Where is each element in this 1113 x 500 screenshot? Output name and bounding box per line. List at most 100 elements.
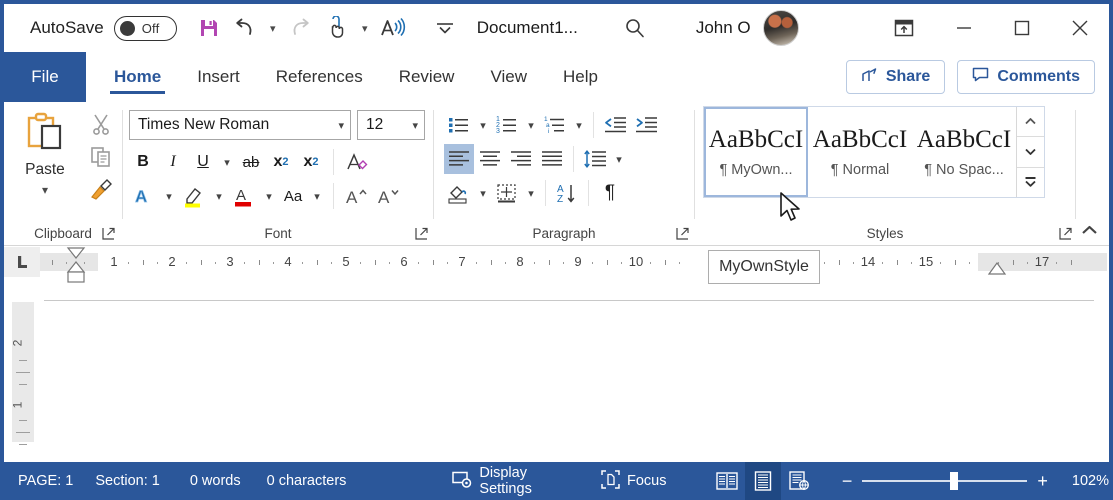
paste-dropdown-icon[interactable]: ▾ [42,183,48,197]
line-spacing-dropdown-icon[interactable]: ▾ [611,144,627,174]
italic-button[interactable]: I [159,147,187,177]
text-effects-icon[interactable]: A [129,181,159,211]
tab-review[interactable]: Review [381,52,473,102]
styles-dialog-launcher-icon[interactable] [1059,227,1073,241]
focus-button[interactable]: Focus [591,462,677,500]
view-print-layout-button[interactable] [744,462,782,500]
customize-qat-icon[interactable] [427,10,463,46]
view-web-layout-button[interactable] [781,462,817,500]
autosave-toggle[interactable]: Off [113,15,177,41]
style-item-myownstyle[interactable]: AaBbCcI ¶ MyOwn... [704,107,808,197]
borders-icon[interactable] [492,178,522,208]
font-dialog-launcher-icon[interactable] [415,227,429,241]
tab-home[interactable]: Home [96,52,179,102]
minimize-button[interactable] [935,4,993,52]
change-case-dropdown-icon[interactable]: ▾ [309,181,325,211]
horizontal-ruler[interactable]: 1 2 3 4 5 6 7 8 9 10 13 14 15 17 [40,253,1109,271]
font-color-icon[interactable]: A [229,181,259,211]
collapse-ribbon-icon[interactable] [1077,219,1101,241]
tab-stop-selector[interactable] [4,247,40,277]
zoom-out-button[interactable]: − [842,471,853,492]
undo-dropdown-icon[interactable]: ▾ [263,10,283,46]
zoom-slider-thumb[interactable] [950,472,959,490]
font-name-input[interactable]: Times New Roman ▾ [129,110,351,140]
autosave-control[interactable]: AutoSave Off [30,15,177,41]
highlight-color-icon[interactable] [179,181,209,211]
status-character-count[interactable]: 0 characters [267,473,347,489]
change-case-button[interactable]: Aa [279,181,307,211]
styles-scroll-up-icon[interactable] [1017,107,1044,138]
align-center-icon[interactable] [475,144,505,174]
tab-view[interactable]: View [472,52,545,102]
status-word-count[interactable]: 0 words [190,473,241,489]
clipboard-dialog-launcher-icon[interactable] [102,227,116,241]
increase-indent-icon[interactable] [631,110,661,140]
zoom-in-button[interactable]: + [1037,471,1048,492]
styles-scroll-down-icon[interactable] [1017,137,1044,168]
underline-button[interactable]: U [189,147,217,177]
borders-dropdown-icon[interactable]: ▾ [523,178,539,208]
text-effects-dropdown-icon[interactable]: ▾ [161,181,177,211]
bullets-icon[interactable] [444,110,474,140]
comments-button[interactable]: Comments [957,60,1095,94]
align-right-icon[interactable] [506,144,536,174]
paragraph-dialog-launcher-icon[interactable] [676,227,690,241]
style-item-no-spacing[interactable]: AaBbCcI ¶ No Spac... [912,107,1016,197]
grow-font-icon[interactable]: A [342,181,372,211]
touch-mode-dropdown-icon[interactable]: ▾ [355,10,375,46]
superscript-button[interactable]: x2 [297,147,325,177]
subscript-button[interactable]: x2 [267,147,295,177]
avatar[interactable] [762,10,799,46]
shading-icon[interactable] [444,178,474,208]
document-title[interactable]: Document1... [477,18,578,38]
font-color-dropdown-icon[interactable]: ▾ [261,181,277,211]
touch-mode-icon[interactable] [319,10,355,46]
search-icon[interactable] [618,11,652,45]
status-page[interactable]: PAGE: 1 [18,473,73,489]
vertical-ruler[interactable]: 2 1 [10,302,34,445]
multilevel-list-icon[interactable]: 1 a i [540,110,570,140]
sort-icon[interactable]: A Z [552,178,582,208]
tab-references[interactable]: References [258,52,381,102]
tab-help[interactable]: Help [545,52,616,102]
maximize-button[interactable] [993,4,1051,52]
right-indent-marker[interactable] [986,258,1016,280]
shrink-font-icon[interactable]: A [374,181,404,211]
line-spacing-icon[interactable] [580,144,610,174]
account-area[interactable]: John O [696,10,799,46]
indent-markers[interactable] [62,242,102,292]
font-size-dropdown-icon[interactable]: ▾ [412,119,418,132]
font-name-dropdown-icon[interactable]: ▾ [338,119,344,132]
share-button[interactable]: Share [845,60,946,94]
show-formatting-marks-button[interactable]: ¶ [595,178,625,208]
shading-dropdown-icon[interactable]: ▾ [475,178,491,208]
zoom-slider[interactable] [862,472,1028,490]
tab-insert[interactable]: Insert [179,52,258,102]
bold-button[interactable]: B [129,147,157,177]
justify-icon[interactable] [537,144,567,174]
copy-icon[interactable] [89,145,113,174]
close-button[interactable] [1051,4,1109,52]
tab-file[interactable]: File [4,52,86,102]
multilevel-list-dropdown-icon[interactable]: ▾ [571,110,587,140]
status-section[interactable]: Section: 1 [95,473,160,489]
numbering-dropdown-icon[interactable]: ▾ [523,110,539,140]
cut-icon[interactable] [89,112,113,141]
redo-icon[interactable] [283,10,319,46]
read-aloud-icon[interactable] [375,10,411,46]
numbering-icon[interactable]: 1 2 3 [492,110,522,140]
paste-button[interactable]: Paste ▾ [10,108,80,197]
bullets-dropdown-icon[interactable]: ▾ [475,110,491,140]
view-read-mode-button[interactable] [708,462,744,500]
ribbon-display-options-icon[interactable] [873,4,935,52]
highlight-color-dropdown-icon[interactable]: ▾ [211,181,227,211]
display-settings-button[interactable]: Display Settings [442,462,571,500]
style-item-normal[interactable]: AaBbCcI ¶ Normal [808,107,912,197]
align-left-icon[interactable] [444,144,474,174]
strikethrough-button[interactable]: ab [237,147,265,177]
zoom-value[interactable]: 102% [1072,473,1109,489]
clear-formatting-icon[interactable] [342,147,372,177]
underline-dropdown-icon[interactable]: ▾ [219,147,235,177]
format-painter-icon[interactable] [89,178,113,207]
font-size-input[interactable]: 12 ▾ [357,110,425,140]
